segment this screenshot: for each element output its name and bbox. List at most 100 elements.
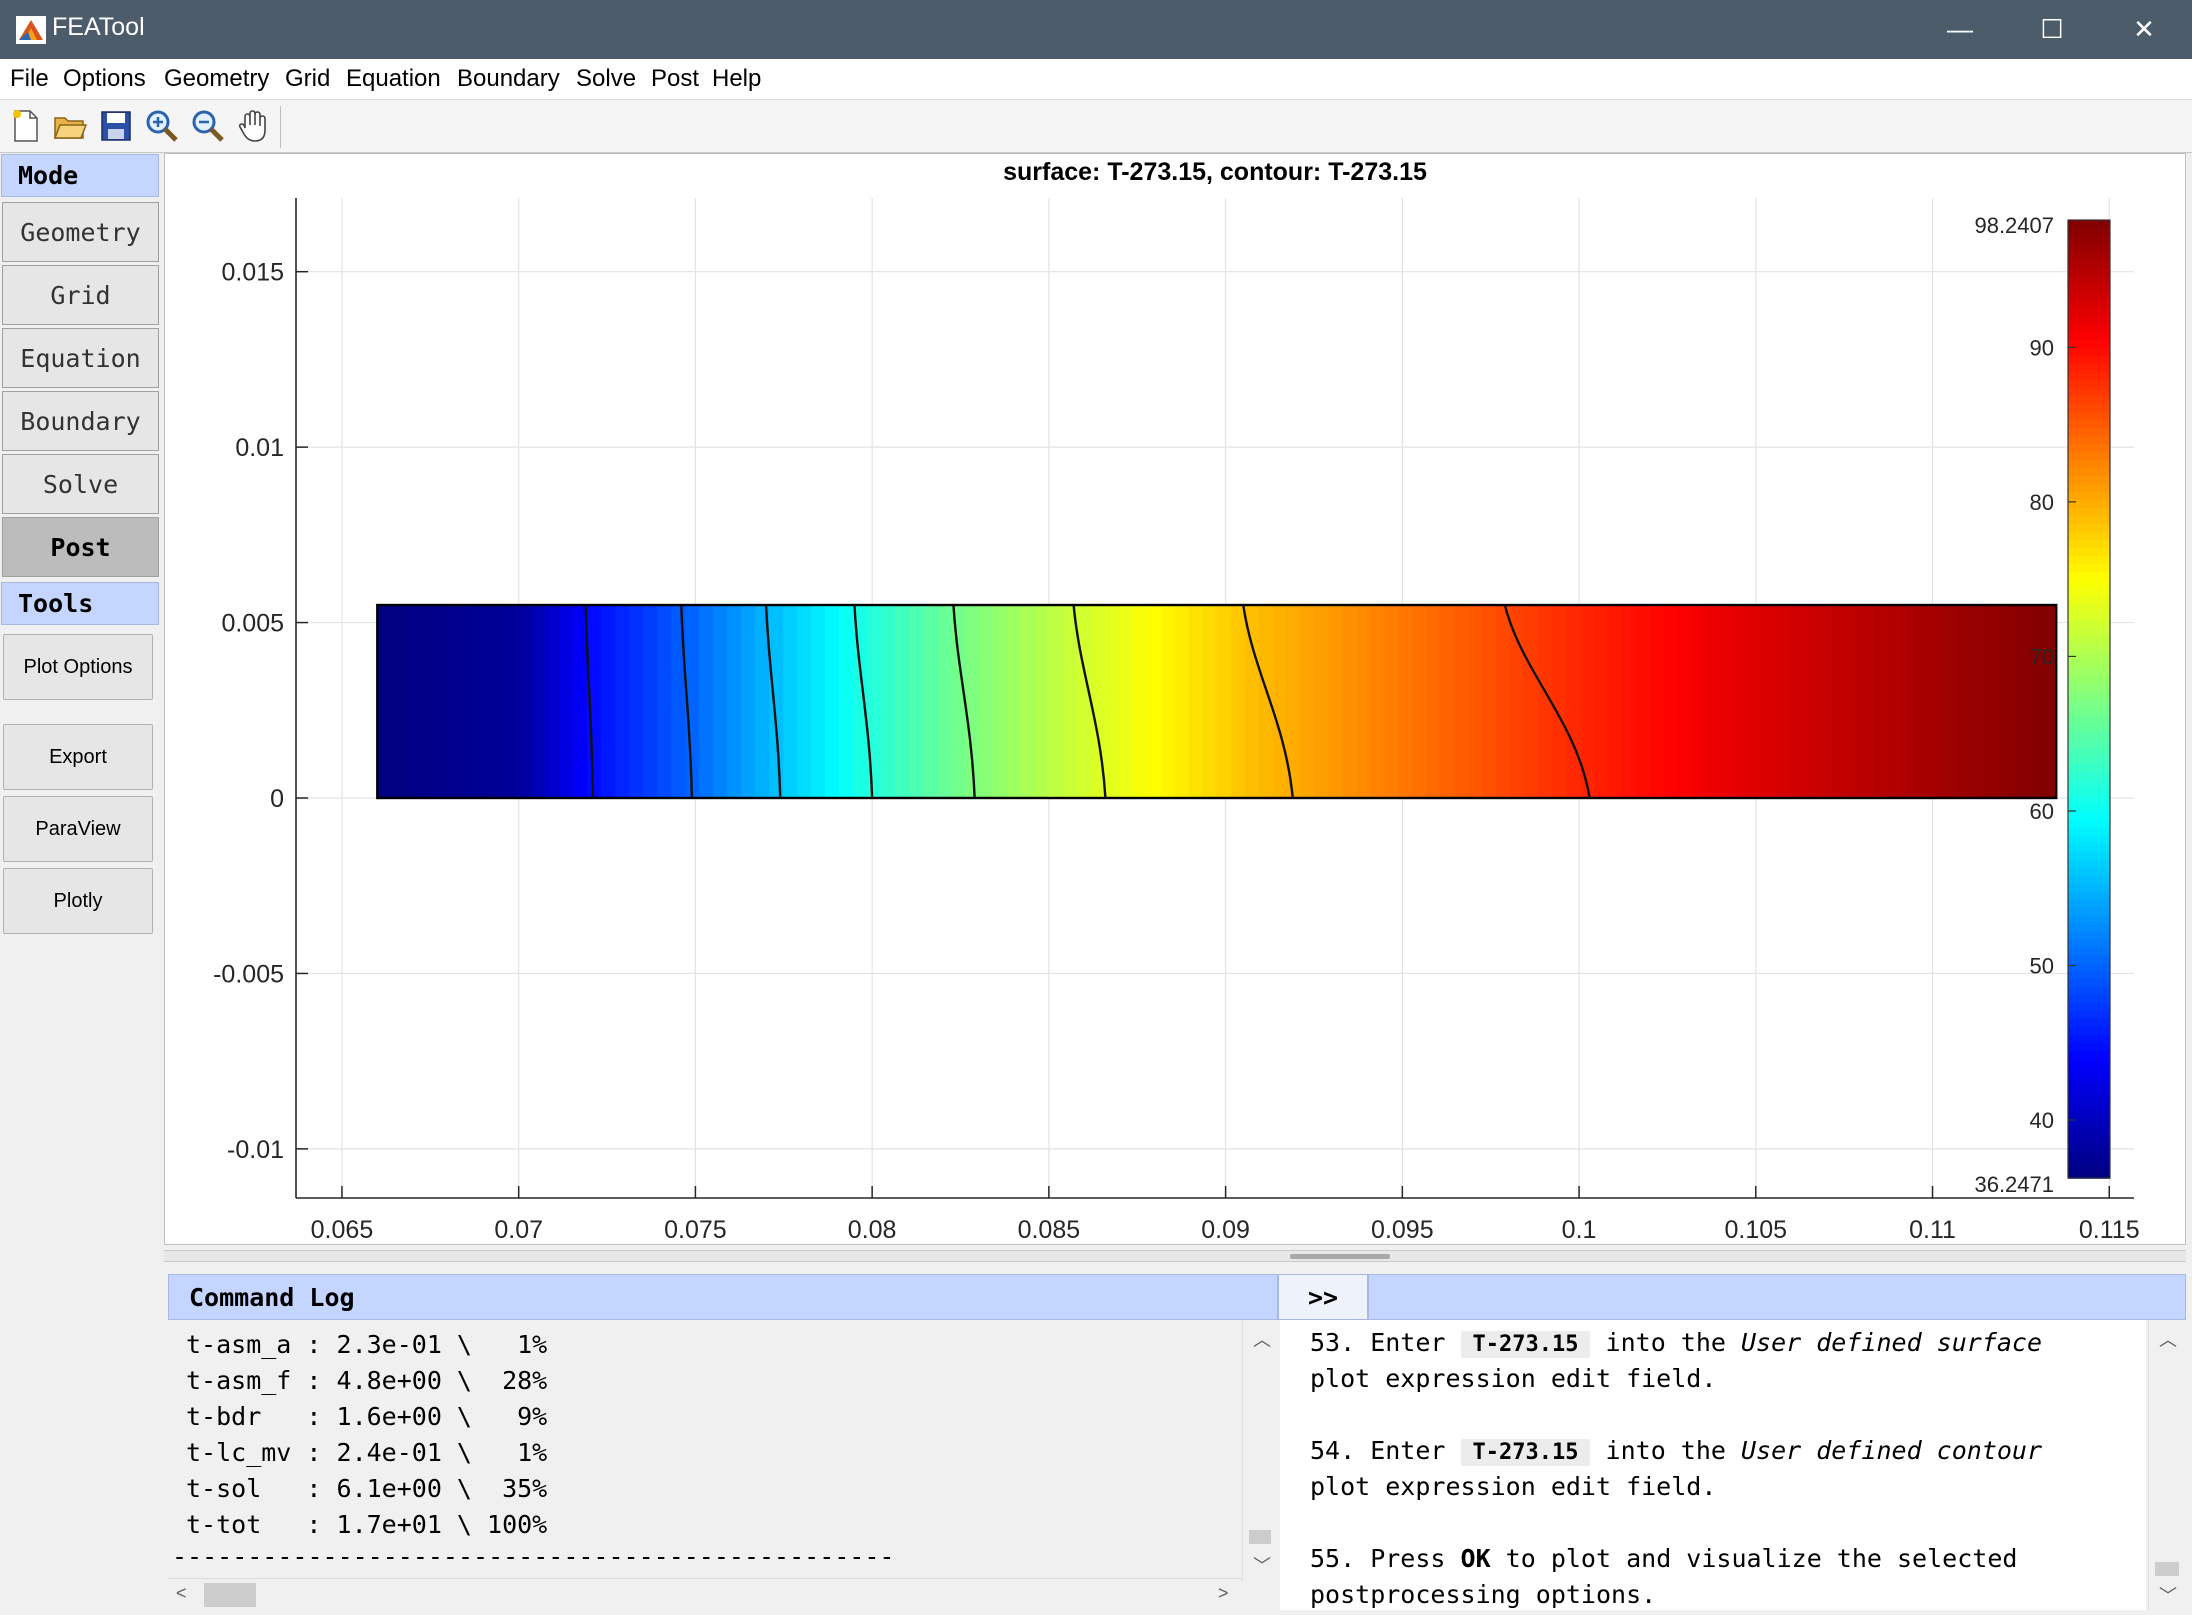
close-icon[interactable]: ✕ <box>2098 0 2190 59</box>
colorbar-min-label: 36.2471 <box>1974 1172 2054 1197</box>
surface-band <box>1160 605 1176 798</box>
zoom-out-icon[interactable] <box>190 108 226 144</box>
mode-equation-button[interactable]: Equation <box>2 328 159 388</box>
log-line: t-lc_mv : 2.4e-01 \ 1% <box>186 1438 548 1467</box>
surface-band <box>1356 605 1372 798</box>
scroll-down-arrow-icon[interactable]: ﹀ <box>2159 1582 2177 1608</box>
x-tick-label: 0.095 <box>1371 1216 1434 1244</box>
surface-band <box>475 605 491 798</box>
colorbar-segment <box>2068 1066 2110 1076</box>
expand-log-button[interactable]: >> <box>1278 1274 1368 1320</box>
surface-band <box>699 605 714 798</box>
scroll-thumb[interactable] <box>2155 1562 2179 1576</box>
scroll-up-arrow-icon[interactable]: ︿ <box>2159 1326 2177 1352</box>
minimize-icon[interactable]: — <box>1914 0 2006 59</box>
help-vertical-scrollbar[interactable]: ︿ ﹀ <box>2148 1320 2185 1610</box>
surface-band <box>2028 605 2044 798</box>
log-line: t-asm_a : 2.3e-01 \ 1% <box>186 1330 548 1359</box>
menu-options[interactable]: Options <box>63 65 146 93</box>
command-log-header: Command Log <box>168 1274 1278 1320</box>
surface-band <box>992 605 1008 798</box>
scroll-up-arrow-icon[interactable]: ︿ <box>1253 1326 1271 1352</box>
surface-band <box>1720 605 1736 798</box>
scroll-thumb[interactable] <box>1249 1530 1271 1544</box>
colorbar-segment <box>2068 459 2110 469</box>
pan-hand-icon[interactable] <box>236 108 272 144</box>
surface-band <box>1048 605 1064 798</box>
open-folder-icon[interactable] <box>52 108 88 144</box>
menu-geometry[interactable]: Geometry <box>164 65 269 93</box>
colorbar-segment <box>2068 467 2110 477</box>
colorbar-segment <box>2068 555 2110 565</box>
scroll-right-arrow-icon[interactable]: > <box>1218 1583 1229 1604</box>
colorbar-segment <box>2068 1122 2110 1131</box>
colorbar-segment <box>2068 994 2110 1004</box>
export-button[interactable]: Export <box>3 724 153 790</box>
menu-help[interactable]: Help <box>712 65 761 93</box>
plotly-button[interactable]: Plotly <box>3 868 153 934</box>
panel-splitter[interactable] <box>164 1250 2186 1262</box>
surface-band <box>391 605 407 798</box>
surface-band <box>1986 605 2002 798</box>
surface-band <box>1790 605 1806 798</box>
log-horizontal-scrollbar[interactable]: < > <box>168 1578 1242 1611</box>
toolbar <box>0 99 2192 153</box>
surface-band <box>1244 605 1260 798</box>
menu-grid[interactable]: Grid <box>285 65 330 93</box>
new-file-icon[interactable] <box>8 108 44 144</box>
surface-band <box>852 605 868 798</box>
surface-band <box>1748 605 1764 798</box>
paraview-button[interactable]: ParaView <box>3 796 153 862</box>
colorbar-segment <box>2068 786 2110 796</box>
plot-canvas[interactable]: surface: T-273.15, contour: T-273.15 0.06… <box>165 154 2185 1244</box>
scroll-left-arrow-icon[interactable]: < <box>176 1583 187 1604</box>
menu-solve[interactable]: Solve <box>576 65 636 93</box>
mode-solve-button[interactable]: Solve <box>2 454 159 514</box>
surface-band <box>1034 605 1050 798</box>
scroll-down-arrow-icon[interactable]: ﹀ <box>1253 1552 1271 1578</box>
toolbar-separator <box>280 106 281 148</box>
save-icon[interactable] <box>98 108 134 144</box>
colorbar-segment <box>2068 291 2110 301</box>
surface-band <box>1202 605 1218 798</box>
menu-bar: File Options Geometry Grid Equation Boun… <box>0 59 2192 99</box>
maximize-icon[interactable]: ☐ <box>2006 0 2098 59</box>
surface-band <box>1972 605 1988 798</box>
colorbar-segment <box>2068 355 2110 365</box>
mode-post-button[interactable]: Post <box>2 517 159 577</box>
zoom-in-icon[interactable] <box>144 108 180 144</box>
colorbar-segment <box>2068 770 2110 780</box>
command-log[interactable]: t-asm_a : 2.3e-01 \ 1% t-asm_f : 4.8e+00… <box>168 1320 1242 1582</box>
surface-band <box>461 605 477 798</box>
menu-file[interactable]: File <box>10 65 49 93</box>
surface-band <box>1930 605 1946 798</box>
surface-band <box>1650 605 1666 798</box>
colorbar-segment <box>2068 1010 2110 1020</box>
surface-band <box>545 605 560 798</box>
colorbar-segment <box>2068 1098 2110 1107</box>
menu-boundary[interactable]: Boundary <box>457 65 560 93</box>
menu-post[interactable]: Post <box>651 65 699 93</box>
mode-boundary-button[interactable]: Boundary <box>2 391 159 451</box>
colorbar-segment <box>2068 866 2110 876</box>
x-tick-label: 0.115 <box>2079 1216 2140 1244</box>
surface-band <box>1370 605 1386 798</box>
surface-band <box>1566 605 1582 798</box>
surface-band <box>629 605 644 798</box>
colorbar-segment <box>2068 403 2110 413</box>
plot-options-button[interactable]: Plot Options <box>3 634 153 700</box>
colorbar-segment <box>2068 683 2110 692</box>
surface-band <box>2042 605 2058 798</box>
surface-band <box>1188 605 1204 798</box>
colorbar-segment <box>2068 1026 2110 1036</box>
log-vertical-scrollbar[interactable]: ︿ ﹀ <box>1242 1320 1277 1582</box>
mode-geometry-button[interactable]: Geometry <box>2 202 159 262</box>
tutorial-help-panel[interactable]: 53. Enter T-273.15 into the User defined… <box>1280 1320 2146 1610</box>
colorbar-segment <box>2068 1074 2110 1083</box>
plot-panel: surface: T-273.15, contour: T-273.15 0.06… <box>164 153 2186 1245</box>
mode-grid-button[interactable]: Grid <box>2 265 159 325</box>
scroll-thumb[interactable] <box>204 1583 256 1607</box>
splitter-handle[interactable] <box>1290 1254 1390 1259</box>
menu-equation[interactable]: Equation <box>346 65 441 93</box>
surface-band <box>1552 605 1568 798</box>
